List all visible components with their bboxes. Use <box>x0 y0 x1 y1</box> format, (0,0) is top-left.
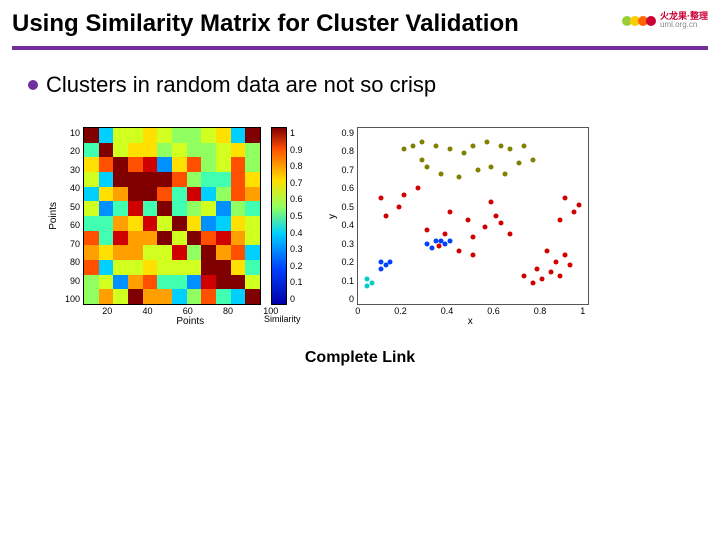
colorbar-ticks: 10.90.80.70.60.50.40.30.20.10 <box>290 128 303 304</box>
heatmap-ylabel: Points <box>48 202 59 230</box>
title-underline <box>12 46 708 50</box>
bullet-icon <box>28 80 38 90</box>
colorbar-label: Similarity <box>264 314 301 324</box>
scatter-xlabel: x <box>468 316 473 327</box>
charts-container: Points 102030405060708090100 10.90.80.70… <box>48 128 720 327</box>
heatmap-xticks: 20406080100 <box>102 306 278 316</box>
colorbar-gradient <box>272 128 286 304</box>
bullet-text: Clusters in random data are not so crisp <box>46 72 436 98</box>
heatmap-grid <box>84 128 260 304</box>
logo-text: 火龙果·整理 uml.org.cn <box>660 12 708 29</box>
scatter-yticks: 00.10.20.30.40.50.60.70.80.9 <box>342 128 355 304</box>
heatmap-chart: Points 102030405060708090100 10.90.80.70… <box>48 128 303 327</box>
slide-title: Using Similarity Matrix for Cluster Vali… <box>12 10 519 38</box>
scatter-chart: y 00.10.20.30.40.50.60.70.80.9 00.20.40.… <box>327 128 589 327</box>
scatter-xticks: 00.20.40.60.81 <box>355 306 585 316</box>
header: Using Similarity Matrix for Cluster Vali… <box>0 0 720 38</box>
logo-dots-icon <box>622 16 654 26</box>
scatter-ylabel: y <box>327 214 338 219</box>
colorbar: 10.90.80.70.60.50.40.30.20.10 Similarity <box>272 128 303 304</box>
heatmap-xlabel: Points <box>176 316 204 327</box>
scatter-plot-area <box>358 128 588 304</box>
figure-caption: Complete Link <box>0 349 720 367</box>
heatmap-yticks: 102030405060708090100 <box>65 128 80 304</box>
bullet-item: Clusters in random data are not so crisp <box>28 72 720 98</box>
logo: 火龙果·整理 uml.org.cn <box>622 12 708 29</box>
